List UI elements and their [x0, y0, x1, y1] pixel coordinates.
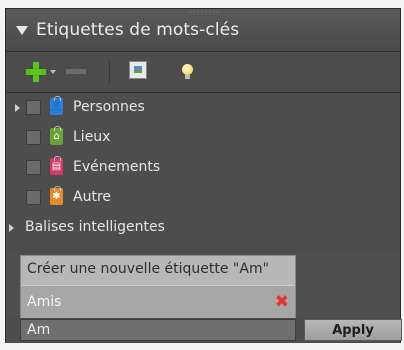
panel-grip[interactable] — [188, 10, 220, 13]
expand-triangle-icon[interactable] — [15, 104, 20, 112]
collapse-triangle-icon[interactable] — [16, 26, 28, 35]
keyword-tags-panel: Etiquettes de mots-clés 👤 Personnes ⌂ Li… — [5, 8, 402, 343]
category-row-lieux[interactable]: ⌂ Lieux — [6, 123, 400, 153]
category-glyph: ▤ — [51, 161, 62, 172]
category-glyph: ✱ — [52, 191, 61, 202]
category-glyph: ⌂ — [53, 131, 60, 142]
apply-button[interactable]: Apply — [304, 319, 402, 341]
event-icon: ▤ — [50, 156, 63, 175]
checkbox[interactable] — [26, 130, 41, 145]
photo-icon[interactable] — [129, 61, 147, 79]
building-icon: ⌂ — [50, 126, 63, 145]
panel-header[interactable]: Etiquettes de mots-clés — [6, 9, 400, 52]
category-row-personnes[interactable]: 👤 Personnes — [6, 93, 400, 123]
suggestion-label: Amis — [27, 294, 62, 310]
checkbox[interactable] — [26, 190, 41, 205]
smart-tags-label: Balises intelligentes — [25, 219, 165, 235]
suggestion-item[interactable]: Amis ✖ — [21, 285, 295, 319]
person-icon: 👤 — [50, 96, 63, 115]
category-glyph: 👤 — [50, 101, 63, 112]
tag-input[interactable] — [20, 319, 296, 341]
keyword-tree: 👤 Personnes ⌂ Lieux ▤ Evénements ✱ Autre… — [6, 93, 400, 253]
toolbar-divider — [109, 60, 110, 84]
category-label: Lieux — [73, 129, 111, 145]
category-label: Autre — [73, 189, 112, 205]
plus-icon[interactable] — [26, 62, 46, 82]
lightbulb-icon[interactable] — [182, 64, 193, 79]
checkbox[interactable] — [26, 160, 41, 175]
expand-triangle-icon[interactable] — [9, 224, 14, 232]
smart-tags-row[interactable]: Balises intelligentes — [6, 213, 400, 243]
category-label: Evénements — [73, 159, 161, 175]
category-row-evenements[interactable]: ▤ Evénements — [6, 153, 400, 183]
panel-title: Etiquettes de mots-clés — [36, 20, 240, 40]
tag-entry-bar: Apply — [6, 318, 402, 343]
checkbox[interactable] — [26, 100, 41, 115]
minus-icon[interactable] — [66, 69, 86, 74]
autocomplete-popup: Créer une nouvelle étiquette "Am" Amis ✖ — [20, 255, 296, 319]
create-new-tag-option[interactable]: Créer une nouvelle étiquette "Am" — [21, 256, 295, 285]
category-row-autre[interactable]: ✱ Autre — [6, 183, 400, 213]
category-label: Personnes — [73, 99, 145, 115]
chevron-down-icon[interactable] — [50, 70, 56, 74]
other-icon: ✱ — [50, 186, 63, 205]
toolbar — [6, 52, 400, 93]
delete-x-icon[interactable]: ✖ — [275, 292, 289, 312]
